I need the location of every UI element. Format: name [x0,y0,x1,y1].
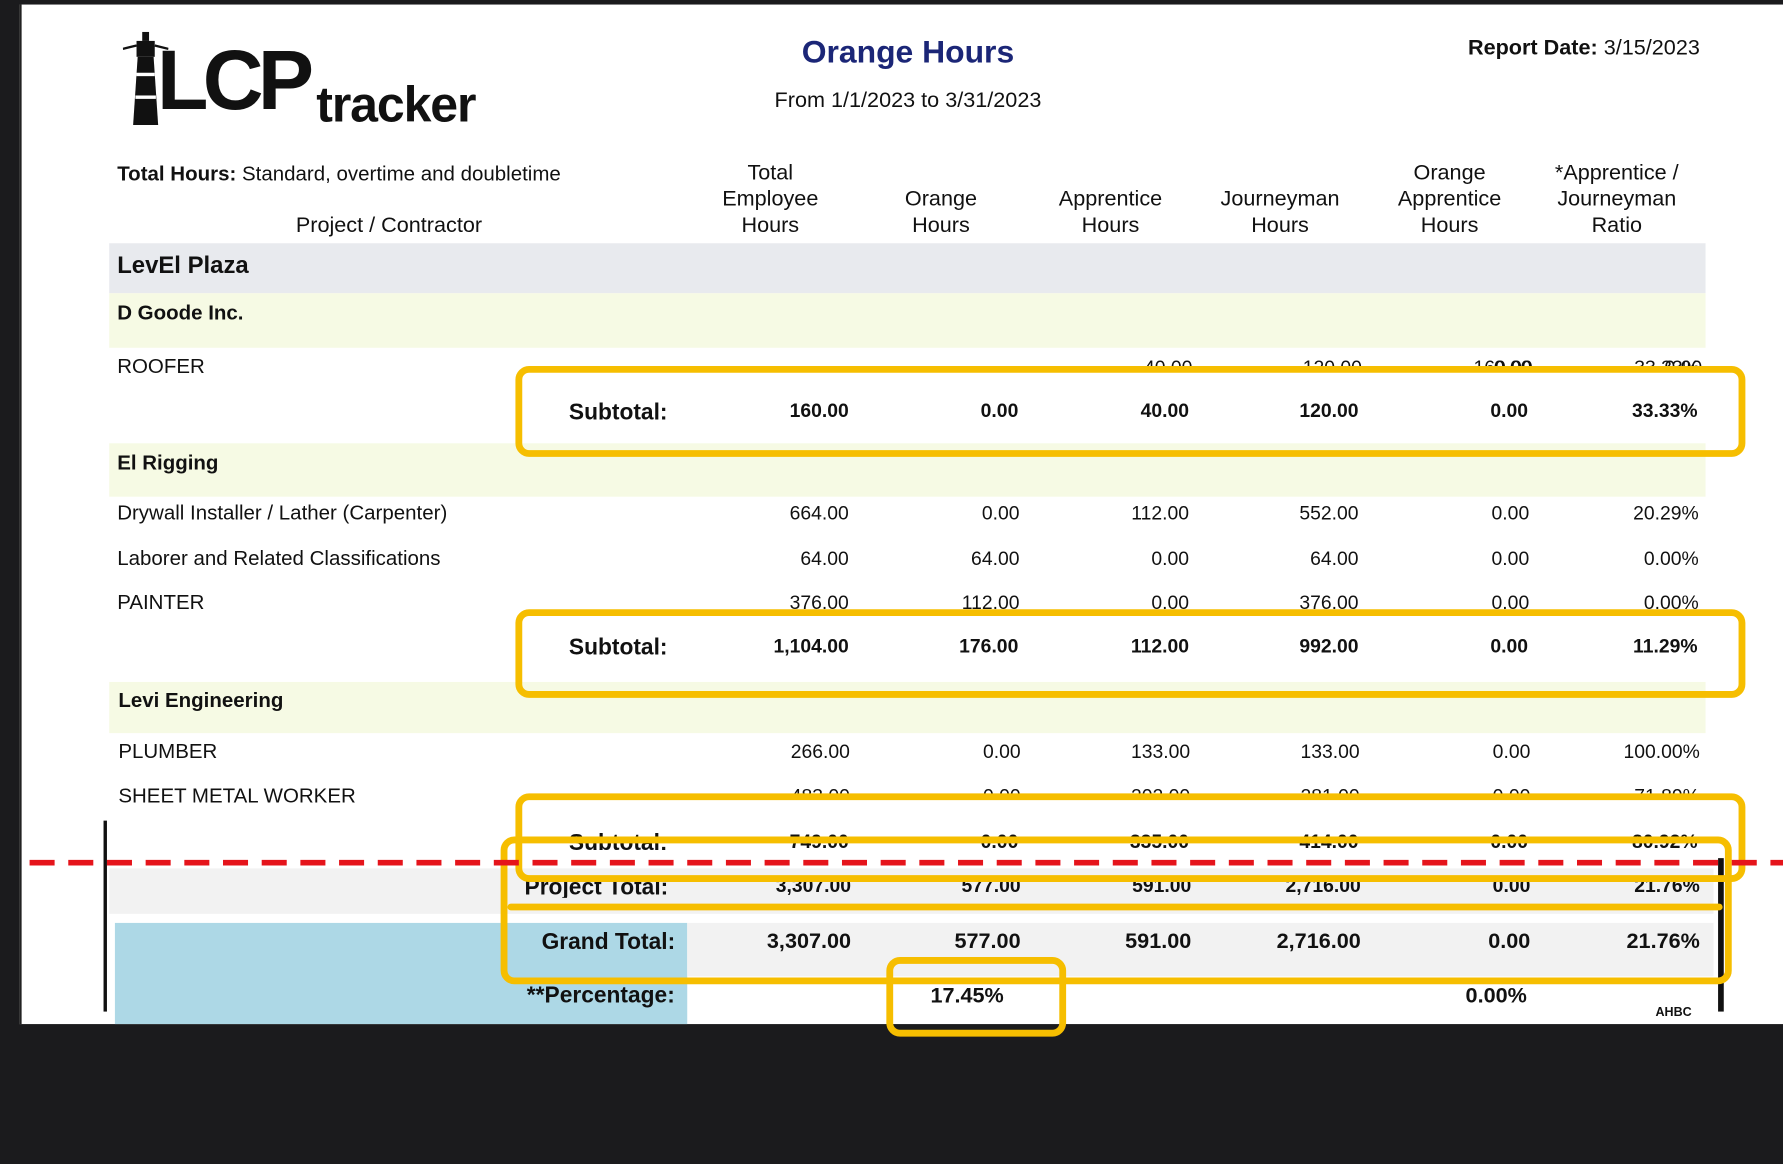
table-row: 664.00 0.00 112.00 552.00 0.00 20.29% [789,502,1699,524]
table-row: 266.00 0.00 133.00 133.00 0.00 100.00% [790,741,1700,763]
project-name: LevEl Plaza [117,252,249,279]
logo-tracker-text: tracker [316,77,476,133]
highlight-box [515,365,1746,457]
table-row: 64.00 64.00 0.00 64.00 0.00 0.00% [800,547,1699,570]
column-header-project-contractor: Project / Contractor [295,213,483,238]
column-header-total-employee-hours: Total Employee Hours [722,161,819,238]
page-cut-line [29,859,1783,866]
total-hours-text: Standard, overtime and doubletime [241,162,561,186]
footer-code: AHBC [1655,1005,1692,1020]
contractor-band: D Goode Inc. [109,293,1706,348]
report-date-value: 3/15/2023 [1603,36,1700,61]
report-date-label: Report Date: [1467,36,1598,61]
highlight-divider [507,903,1723,911]
column-header-ratio: *Apprentice / Journeyman Ratio [1554,161,1679,238]
table-row-partial: 376.00 112.00 0.00 376.00 0.00 0.00% [789,592,1699,611]
logo-lcp-text: LCP [157,32,314,128]
row-label: ROOFER [117,354,205,378]
highlight-box [886,957,1067,1037]
contractor-name: D Goode Inc. [117,301,244,324]
project-band: LevEl Plaza [109,243,1706,294]
percentage-label: **Percentage: [526,983,675,1009]
column-header-orange-apprentice-hours: Orange Apprentice Hours [1397,161,1502,238]
divider [103,820,107,1012]
report-date: Report Date: 3/15/2023 [1343,36,1700,61]
contractor-name: Levi Engineering [118,688,284,712]
highlight-box [515,609,1746,698]
total-hours-label: Total Hours: [117,162,237,186]
contractor-name: El Rigging [117,451,219,474]
total-hours-note: Total Hours: Standard, overtime and doub… [117,163,561,187]
column-header-orange-hours: Orange Hours [904,187,978,238]
column-header-journeyman-hours: Journeyman Hours [1220,187,1340,238]
report-title: Orange Hours [801,34,1015,70]
percentage-orange-apprentice: 0.00% [1465,984,1527,1009]
lcptracker-logo: LCP tracker [112,27,487,133]
report-date-range: From 1/1/2023 to 3/31/2023 [774,88,1042,113]
column-header-apprentice-hours: Apprentice Hours [1058,187,1163,238]
